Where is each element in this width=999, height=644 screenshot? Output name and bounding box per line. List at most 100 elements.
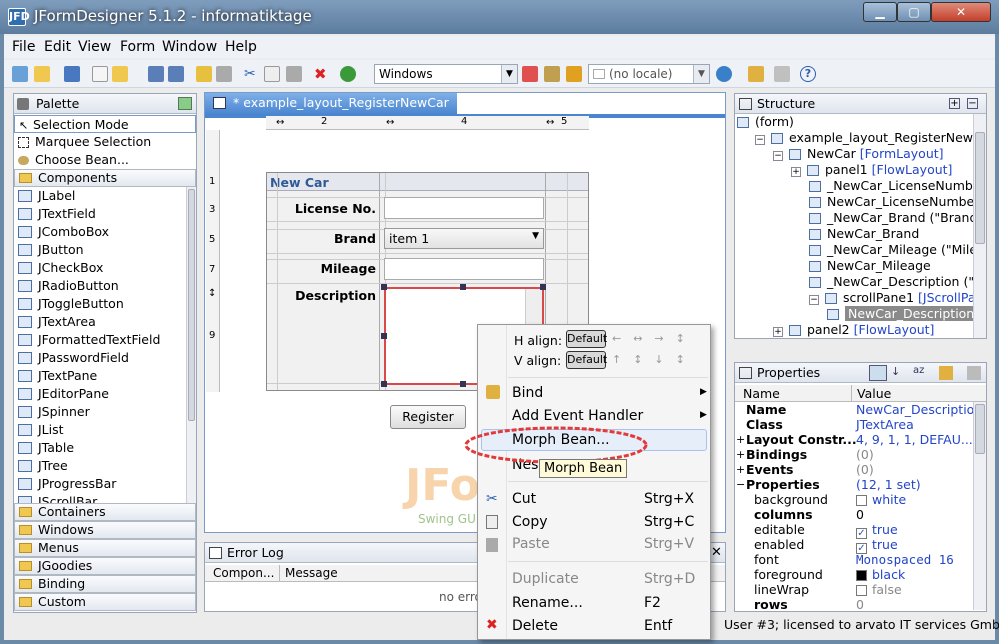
properties-scrollbar[interactable] xyxy=(973,402,986,610)
brand-combobox[interactable]: item 1 ▼ xyxy=(384,228,544,249)
expand-icon[interactable]: + xyxy=(736,462,745,477)
palette-item-jspinner[interactable]: JSpinner xyxy=(18,403,90,421)
menu-form[interactable]: Form xyxy=(120,39,155,55)
open-folder-icon[interactable] xyxy=(112,66,128,82)
expand-icon[interactable]: + xyxy=(773,327,783,337)
palette-item-jeditorpane[interactable]: JEditorPane xyxy=(18,385,109,403)
palette-item-jtextarea[interactable]: JTextArea xyxy=(18,313,96,331)
menu-rename[interactable]: Rename... xyxy=(512,595,583,611)
sort-icon[interactable]: ↓ xyxy=(891,365,907,381)
pin-icon[interactable] xyxy=(178,97,192,110)
category-menus[interactable]: Menus xyxy=(14,539,196,557)
tree-node[interactable]: NewCar_Mileage xyxy=(809,258,935,274)
license-no-field[interactable] xyxy=(384,197,544,219)
label-brand[interactable]: Brand xyxy=(280,231,376,246)
palette-item-jtable[interactable]: JTable xyxy=(18,439,74,457)
copy-icon[interactable] xyxy=(264,66,280,82)
palette-scrollbar[interactable] xyxy=(186,187,196,505)
tree-node[interactable]: −example_layout_RegisterNewCar[I xyxy=(755,130,973,146)
property-row[interactable]: background white xyxy=(742,492,972,507)
h-align-default-button[interactable]: Default xyxy=(566,330,607,348)
tree-view-icon[interactable] xyxy=(869,365,887,381)
document-icon[interactable] xyxy=(967,366,981,380)
property-row[interactable]: Bindings (0) + xyxy=(736,447,972,462)
v-align-options[interactable]: ↑↕↓↕ xyxy=(612,353,697,366)
category-binding[interactable]: Binding xyxy=(14,575,196,593)
menu-help[interactable]: Help xyxy=(225,39,257,55)
refresh-icon[interactable] xyxy=(566,66,582,82)
menu-delete[interactable]: Delete xyxy=(512,618,558,634)
palette-item-jtree[interactable]: JTree xyxy=(18,457,68,475)
tool-choose-bean[interactable]: Choose Bean... xyxy=(14,151,196,169)
locale-select[interactable]: (no locale) ▼ xyxy=(588,64,710,84)
tree-node[interactable]: _NewCar_Brand("Brand") xyxy=(809,210,973,226)
tree-node[interactable]: − NewCar [FormLayout] xyxy=(773,146,944,162)
menu-bind[interactable]: Bind xyxy=(512,385,543,401)
tree-node[interactable]: −scrollPane1[JScrollPane] xyxy=(809,290,973,306)
minimize-button[interactable]: ▁ xyxy=(863,2,897,22)
palette-item-jlabel[interactable]: JLabel xyxy=(18,187,75,205)
category-containers[interactable]: Containers xyxy=(14,503,196,521)
property-row[interactable]: Name NewCar_Description xyxy=(742,402,982,417)
delete-icon[interactable]: ✖ xyxy=(314,66,330,82)
new-file-icon[interactable] xyxy=(92,66,108,82)
sort-alpha-icon[interactable]: az xyxy=(913,365,929,381)
expand-icon[interactable]: + xyxy=(736,447,745,462)
property-row[interactable]: Layout Constr... 4, 9, 1, 1, DEFAU... + xyxy=(736,432,973,447)
palette-item-jcombobox[interactable]: JComboBox xyxy=(18,223,109,241)
resize-handle[interactable] xyxy=(540,284,546,290)
property-row[interactable]: rows 0 xyxy=(742,597,972,612)
tab-example-layout[interactable]: * example_layout_RegisterNewCar xyxy=(205,93,457,114)
collapse-icon[interactable]: − xyxy=(773,151,783,161)
palette-item-jpasswordfield[interactable]: JPasswordField xyxy=(18,349,129,367)
category-components[interactable]: Components xyxy=(14,169,196,187)
menu-cut[interactable]: Cut xyxy=(512,491,536,507)
property-row[interactable]: Events (0) + xyxy=(736,462,972,477)
menu-file[interactable]: File xyxy=(12,39,35,55)
palette-item-jradiobutton[interactable]: JRadioButton xyxy=(18,277,119,295)
close-icon[interactable]: ✕ xyxy=(711,545,722,560)
mail-icon[interactable] xyxy=(522,66,538,82)
expand-icon[interactable]: + xyxy=(736,432,745,447)
maximize-button[interactable]: ▢ xyxy=(897,2,931,22)
property-row[interactable]: editable ✓ true xyxy=(742,522,972,539)
menu-copy[interactable]: Copy xyxy=(512,514,548,530)
property-row[interactable]: columns 0 xyxy=(742,507,972,522)
menu-paste[interactable]: Paste xyxy=(512,536,550,552)
palette-item-jtextfield[interactable]: JTextField xyxy=(18,205,96,223)
label-mileage[interactable]: Mileage xyxy=(280,261,376,276)
cut-icon[interactable]: ✂ xyxy=(244,66,260,82)
save-all-icon[interactable] xyxy=(168,66,184,82)
edit-icon[interactable] xyxy=(748,66,764,82)
menu-view[interactable]: View xyxy=(78,39,111,55)
structure-scrollbar[interactable] xyxy=(973,114,986,338)
menu-edit[interactable]: Edit xyxy=(44,39,71,55)
look-and-feel-select[interactable]: Windows ▼ xyxy=(374,64,518,84)
document-icon[interactable] xyxy=(774,66,790,82)
property-row[interactable]: font Monospaced 16 xyxy=(742,552,972,567)
palette-item-jprogressbar[interactable]: JProgressBar xyxy=(18,475,116,493)
save-icon[interactable] xyxy=(148,66,164,82)
tree-node[interactable]: _NewCar_Mileage("Mileage xyxy=(809,242,973,258)
tree-node[interactable]: NewCar_LicenseNumber xyxy=(809,194,973,210)
register-button[interactable]: Register xyxy=(390,405,466,429)
palette-item-jbutton[interactable]: JButton xyxy=(18,241,84,259)
resize-handle[interactable] xyxy=(381,333,387,339)
resource-icon[interactable] xyxy=(544,66,560,82)
property-row[interactable]: foreground black xyxy=(742,567,972,582)
checkbox-icon[interactable] xyxy=(856,585,867,596)
paste-icon[interactable] xyxy=(286,66,302,82)
palette-item-jformattedtextfield[interactable]: JFormattedTextField xyxy=(18,331,160,349)
h-align-options[interactable]: ←↔→↕ xyxy=(612,332,697,345)
tool-marquee-selection[interactable]: Marquee Selection xyxy=(14,133,196,151)
color-swatch-icon[interactable] xyxy=(856,495,867,506)
open-icon[interactable] xyxy=(34,66,50,82)
help-icon[interactable]: ? xyxy=(800,66,816,82)
v-align-default-button[interactable]: Default xyxy=(566,351,607,369)
tree-node[interactable]: _NewCar_Description("Desc xyxy=(809,274,973,290)
redo-icon[interactable] xyxy=(216,66,232,82)
label-description[interactable]: Description xyxy=(280,288,376,303)
menu-window[interactable]: Window xyxy=(162,39,217,55)
category-windows[interactable]: Windows xyxy=(14,521,196,539)
property-row[interactable]: lineWrap false xyxy=(742,582,972,597)
